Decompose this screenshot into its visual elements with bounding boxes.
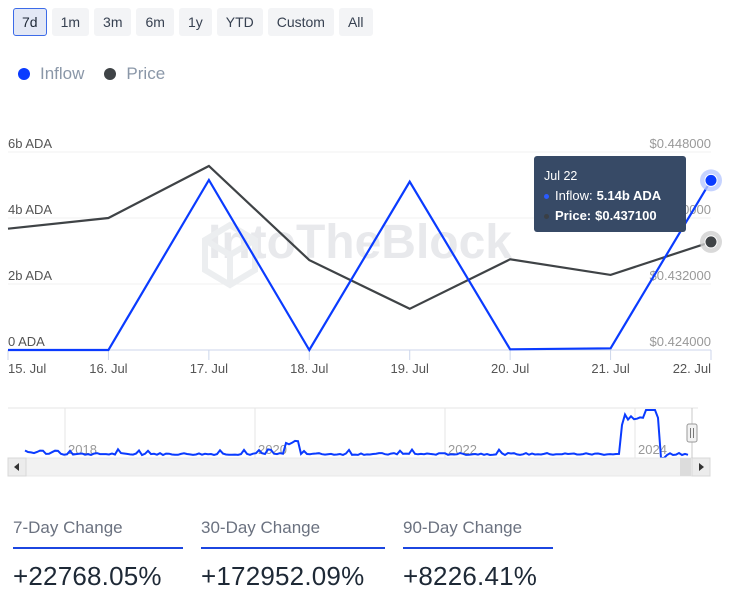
x-tick-label: 15. Jul bbox=[8, 361, 46, 376]
hover-marker-price bbox=[704, 235, 718, 249]
range-all-button[interactable]: All bbox=[338, 8, 373, 36]
navigator-series-line bbox=[24, 409, 689, 459]
change-30d-label: 30-Day Change bbox=[201, 518, 385, 549]
x-tick-label: 22. Jul bbox=[673, 361, 711, 376]
change-7d: 7-Day Change +22768.05% bbox=[13, 518, 183, 592]
y-left-tick-label: 2b ADA bbox=[8, 268, 52, 283]
x-tick-label: 17. Jul bbox=[190, 361, 228, 376]
change-7d-label: 7-Day Change bbox=[13, 518, 183, 549]
x-tick-label: 19. Jul bbox=[391, 361, 429, 376]
legend-label-price: Price bbox=[126, 64, 166, 83]
tooltip-date: Jul 22 bbox=[544, 169, 578, 183]
chart-tooltip: Jul 22 Inflow: 5.14b ADA Price: $0.43710… bbox=[534, 156, 686, 232]
legend-item-inflow[interactable]: Inflow bbox=[18, 64, 84, 84]
legend-item-price[interactable]: Price bbox=[104, 64, 165, 84]
tooltip-price-value: $0.437100 bbox=[595, 208, 657, 223]
range-custom-button[interactable]: Custom bbox=[267, 8, 334, 36]
range-1m-button[interactable]: 1m bbox=[51, 8, 90, 36]
price-dot-icon bbox=[544, 213, 549, 219]
change-90d-label: 90-Day Change bbox=[403, 518, 553, 549]
navigator-handle[interactable] bbox=[686, 423, 698, 443]
y-left-tick-label: 4b ADA bbox=[8, 202, 52, 217]
change-30d-value: +172952.09% bbox=[201, 561, 365, 591]
change-7d-value: +22768.05% bbox=[13, 561, 162, 591]
change-30d: 30-Day Change +172952.09% bbox=[201, 518, 385, 592]
x-axis: 15. Jul 16. Jul 17. Jul 18. Jul 19. Jul 20. J… bbox=[7, 350, 712, 376]
navigator-year-label: 2020 bbox=[258, 442, 287, 457]
y-right-tick-label: $0.424000 bbox=[650, 334, 711, 349]
chart-legend: Inflow Price bbox=[18, 64, 165, 84]
change-90d-value: +8226.41% bbox=[403, 561, 538, 591]
x-tick-label: 18. Jul bbox=[290, 361, 328, 376]
tooltip-inflow-label: Inflow: bbox=[555, 188, 593, 203]
x-tick-label: 21. Jul bbox=[591, 361, 629, 376]
y-left-tick-label: 0 ADA bbox=[8, 334, 45, 349]
tooltip-inflow-row: Inflow: 5.14b ADA bbox=[544, 186, 676, 206]
range-3m-button[interactable]: 3m bbox=[94, 8, 132, 36]
range-7d-button[interactable]: 7d bbox=[13, 8, 47, 36]
change-stats: 7-Day Change +22768.05% 30-Day Change +1… bbox=[13, 518, 571, 592]
range-1y-button[interactable]: 1y bbox=[178, 8, 212, 36]
inflow-dot-icon bbox=[18, 68, 30, 80]
legend-label-inflow: Inflow bbox=[40, 64, 85, 83]
range-ytd-button[interactable]: YTD bbox=[216, 8, 263, 36]
navigator-year-grid: 2018 2020 2022 2024 bbox=[64, 408, 667, 458]
x-tick-label: 16. Jul bbox=[89, 361, 127, 376]
navigator-year-label: 2024 bbox=[638, 442, 667, 457]
navigator[interactable]: 2018 2020 2022 2024 bbox=[0, 400, 735, 480]
x-tick-label: 20. Jul bbox=[491, 361, 529, 376]
hover-marker-inflow bbox=[704, 173, 718, 187]
navigator-scrollbar-track[interactable] bbox=[7, 457, 699, 477]
y-axis-left: 0 ADA 2b ADA 4b ADA 6b ADA bbox=[8, 136, 52, 349]
range-6m-button[interactable]: 6m bbox=[136, 8, 174, 36]
inflow-dot-icon bbox=[544, 193, 549, 199]
range-selector: 7d 1m 3m 6m 1y YTD Custom All bbox=[13, 8, 373, 36]
tooltip-price-row: Price: $0.437100 bbox=[544, 206, 676, 226]
y-left-tick-label: 6b ADA bbox=[8, 136, 52, 151]
y-right-tick-label: $0.448000 bbox=[650, 136, 711, 151]
price-dot-icon bbox=[104, 68, 117, 80]
tooltip-inflow-value: 5.14b ADA bbox=[596, 188, 662, 203]
y-right-tick-label: $0.432000 bbox=[650, 268, 711, 283]
change-90d: 90-Day Change +8226.41% bbox=[403, 518, 553, 592]
navigator-scrollbar-thumb[interactable] bbox=[680, 458, 691, 476]
tooltip-price-label: Price: bbox=[555, 208, 592, 223]
